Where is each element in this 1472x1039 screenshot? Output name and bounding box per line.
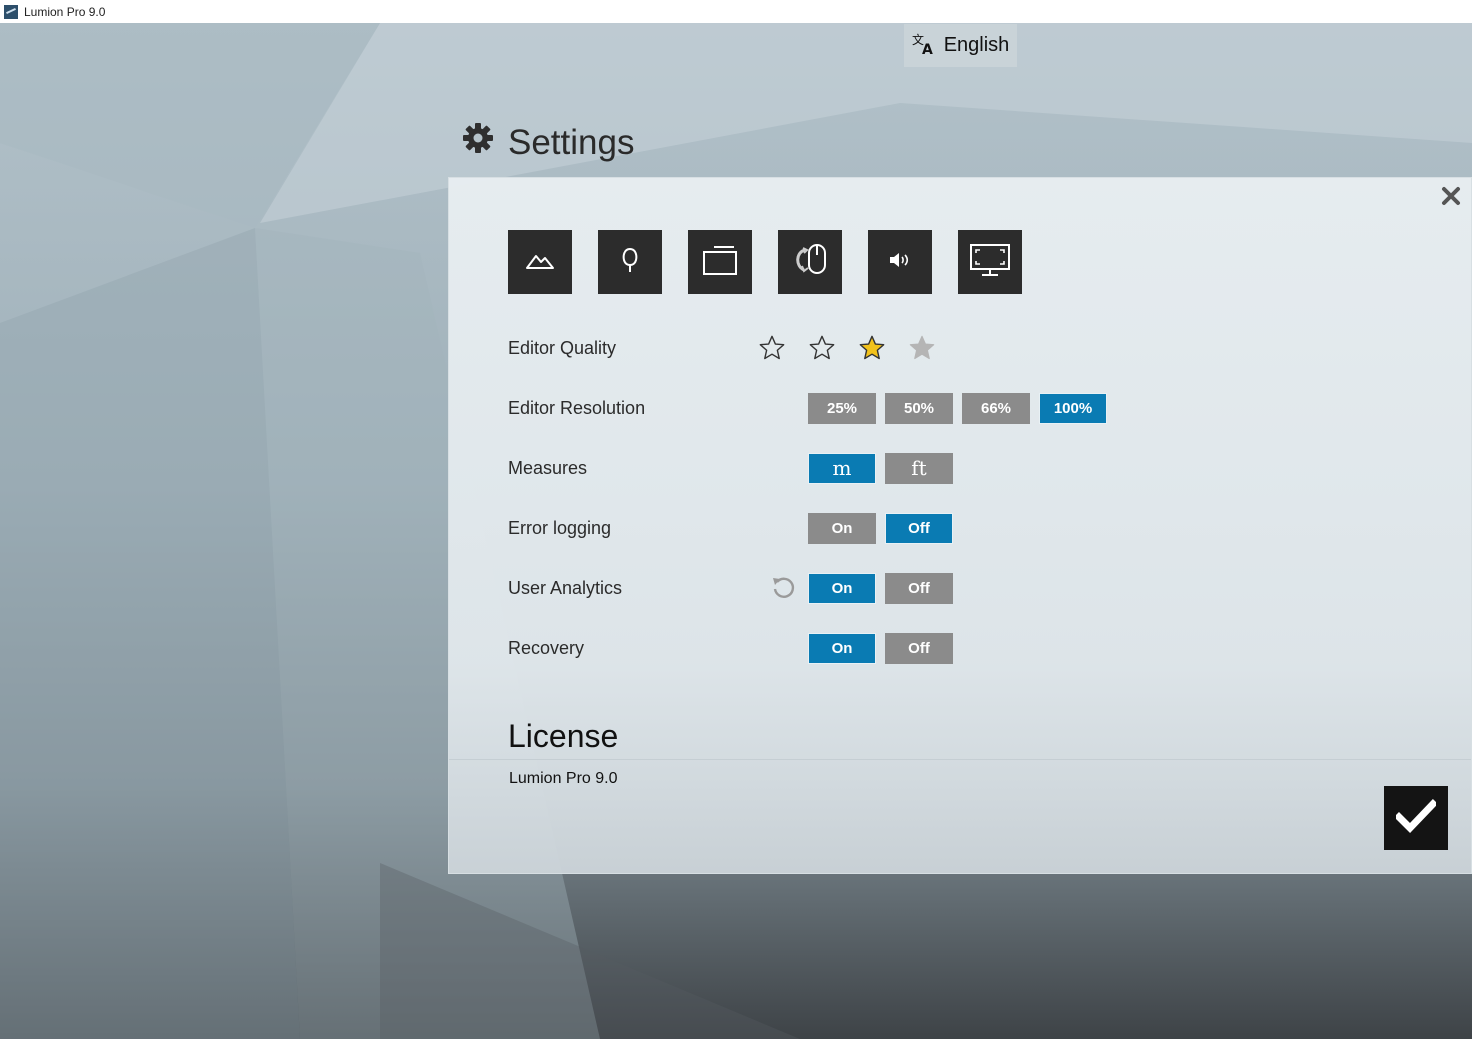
- monitor-icon: [968, 242, 1012, 283]
- star-2-icon[interactable]: [808, 334, 836, 362]
- user-analytics-off-button[interactable]: Off: [885, 572, 953, 604]
- resolution-100-button[interactable]: 100%: [1039, 392, 1107, 424]
- editor-resolution-label: Editor Resolution: [508, 397, 646, 418]
- page-title: Settings: [508, 122, 635, 162]
- recovery-options: On Off: [808, 632, 953, 664]
- error-logging-off-button[interactable]: Off: [885, 512, 953, 544]
- settings-heading: Settings: [462, 122, 634, 163]
- tab-mouse[interactable]: [778, 230, 842, 294]
- settings-tabs: [508, 230, 1022, 294]
- reset-icon[interactable]: [770, 575, 796, 601]
- lumion-app-icon: [4, 4, 18, 19]
- error-logging-label: Error logging: [508, 517, 612, 538]
- editor-resolution-options: 25% 50% 66% 100%: [808, 392, 1107, 424]
- recovery-label: Recovery: [508, 637, 585, 658]
- measures-options: m ft: [808, 452, 953, 484]
- license-title: License: [508, 718, 619, 754]
- editor-quality-label: Editor Quality: [508, 337, 617, 358]
- error-logging-options: On Off: [808, 512, 953, 544]
- title-bar: Lumion Pro 9.0: [0, 0, 1472, 23]
- tab-sound[interactable]: [868, 230, 932, 294]
- translate-icon: 文 A: [912, 31, 936, 61]
- measures-label: Measures: [508, 457, 588, 478]
- tab-trees[interactable]: [598, 230, 662, 294]
- recovery-off-button[interactable]: Off: [885, 632, 953, 664]
- tree-icon: [618, 246, 642, 279]
- gear-icon: [462, 122, 494, 163]
- close-button[interactable]: [1439, 186, 1463, 210]
- license-divider: [449, 759, 1471, 760]
- error-logging-on-button[interactable]: On: [808, 512, 876, 544]
- editor-quality-row: Editor Quality: [508, 332, 935, 364]
- tab-display[interactable]: [958, 230, 1022, 294]
- star-1-icon[interactable]: [758, 334, 786, 362]
- confirm-button[interactable]: [1384, 786, 1448, 850]
- measures-meters-button[interactable]: m: [808, 452, 876, 484]
- user-analytics-options: On Off: [808, 572, 953, 604]
- settings-panel: Editor Quality Editor Resolution 25% 50%…: [448, 177, 1472, 874]
- measures-row: Measures m ft: [508, 452, 953, 484]
- landscape-icon: [525, 248, 555, 277]
- user-analytics-row: User Analytics On Off: [508, 572, 953, 604]
- resolution-25-button[interactable]: 25%: [808, 392, 876, 424]
- star-4-icon[interactable]: [908, 334, 936, 362]
- sound-icon: [888, 250, 912, 275]
- editor-quality-stars: [758, 334, 936, 362]
- user-analytics-on-button[interactable]: On: [808, 572, 876, 604]
- mouse-icon: [790, 240, 830, 285]
- license-value: Lumion Pro 9.0: [509, 770, 618, 787]
- star-3-icon[interactable]: [858, 334, 886, 362]
- close-icon: [1441, 186, 1461, 211]
- resolution-66-button[interactable]: 66%: [962, 392, 1030, 424]
- measures-feet-button[interactable]: ft: [885, 452, 953, 484]
- user-analytics-label: User Analytics: [508, 577, 623, 598]
- svg-text:A: A: [922, 42, 933, 55]
- resolution-50-button[interactable]: 50%: [885, 392, 953, 424]
- checkmark-icon: [1394, 798, 1438, 838]
- language-label: English: [943, 34, 1010, 56]
- tab-window[interactable]: [688, 230, 752, 294]
- recovery-row: Recovery On Off: [508, 632, 953, 664]
- tab-landscape[interactable]: [508, 230, 572, 294]
- error-logging-row: Error logging On Off: [508, 512, 953, 544]
- recovery-on-button[interactable]: On: [808, 632, 876, 664]
- language-button[interactable]: 文 A English: [904, 24, 1017, 67]
- window-icon: [702, 244, 738, 281]
- editor-resolution-row: Editor Resolution 25% 50% 66% 100%: [508, 392, 1107, 424]
- window-title: Lumion Pro 9.0: [24, 4, 106, 19]
